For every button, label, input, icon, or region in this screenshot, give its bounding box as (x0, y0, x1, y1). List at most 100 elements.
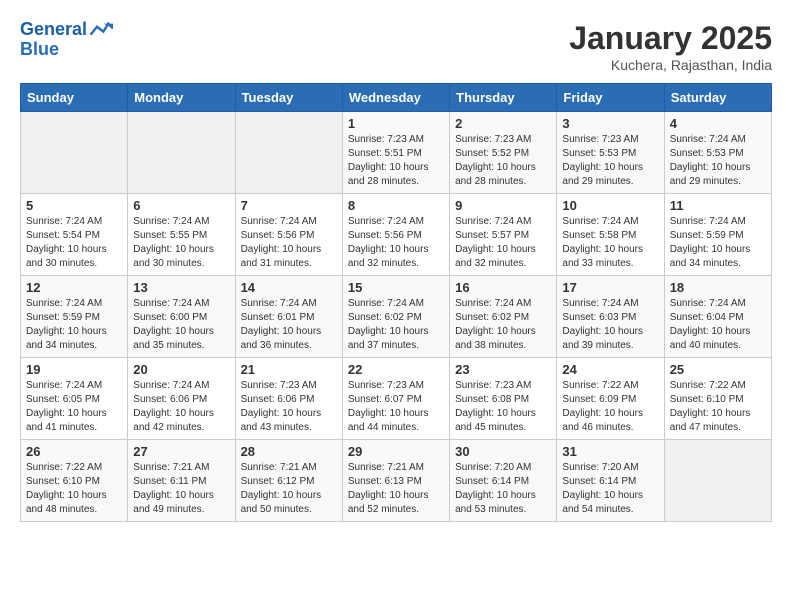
day-number: 11 (670, 198, 766, 213)
calendar-day-cell: 30 Sunrise: 7:20 AMSunset: 6:14 PMDayligh… (450, 440, 557, 522)
calendar-week-row: 19 Sunrise: 7:24 AMSunset: 6:05 PMDayligh… (21, 358, 772, 440)
day-number: 30 (455, 444, 551, 459)
day-number: 25 (670, 362, 766, 377)
calendar-day-cell: 19 Sunrise: 7:24 AMSunset: 6:05 PMDayligh… (21, 358, 128, 440)
calendar-day-cell: 4 Sunrise: 7:24 AMSunset: 5:53 PMDaylight… (664, 112, 771, 194)
day-number: 12 (26, 280, 122, 295)
logo-icon (89, 20, 113, 40)
header: General Blue January 2025 Kuchera, Rajas… (20, 20, 772, 73)
calendar-day-cell (21, 112, 128, 194)
day-info: Sunrise: 7:24 AMSunset: 6:03 PMDaylight:… (562, 297, 658, 353)
day-info: Sunrise: 7:21 AMSunset: 6:13 PMDaylight:… (348, 461, 444, 517)
day-number: 18 (670, 280, 766, 295)
day-number: 19 (26, 362, 122, 377)
day-number: 9 (455, 198, 551, 213)
title-section: January 2025 Kuchera, Rajasthan, India (569, 20, 772, 73)
day-info: Sunrise: 7:24 AMSunset: 6:06 PMDaylight:… (133, 379, 229, 435)
day-info: Sunrise: 7:24 AMSunset: 5:53 PMDaylight:… (670, 133, 766, 189)
day-number: 28 (241, 444, 337, 459)
day-info: Sunrise: 7:23 AMSunset: 6:08 PMDaylight:… (455, 379, 551, 435)
day-number: 21 (241, 362, 337, 377)
day-info: Sunrise: 7:21 AMSunset: 6:11 PMDaylight:… (133, 461, 229, 517)
calendar-day-cell (235, 112, 342, 194)
day-number: 5 (26, 198, 122, 213)
day-info: Sunrise: 7:22 AMSunset: 6:10 PMDaylight:… (670, 379, 766, 435)
day-info: Sunrise: 7:23 AMSunset: 6:06 PMDaylight:… (241, 379, 337, 435)
day-info: Sunrise: 7:24 AMSunset: 5:56 PMDaylight:… (348, 215, 444, 271)
calendar-day-cell (128, 112, 235, 194)
weekday-header: Wednesday (342, 84, 449, 112)
logo-general: General (20, 20, 87, 40)
day-number: 26 (26, 444, 122, 459)
day-info: Sunrise: 7:24 AMSunset: 5:59 PMDaylight:… (670, 215, 766, 271)
calendar-day-cell: 9Sunrise: 7:24 AMSunset: 5:57 PMDaylight… (450, 194, 557, 276)
calendar-day-cell: 24 Sunrise: 7:22 AMSunset: 6:09 PMDayligh… (557, 358, 664, 440)
day-number: 24 (562, 362, 658, 377)
day-number: 17 (562, 280, 658, 295)
day-info: Sunrise: 7:22 AMSunset: 6:09 PMDaylight:… (562, 379, 658, 435)
day-number: 7 (241, 198, 337, 213)
calendar-day-cell: 27 Sunrise: 7:21 AMSunset: 6:11 PMDayligh… (128, 440, 235, 522)
calendar-day-cell: 15 Sunrise: 7:24 AMSunset: 6:02 PMDayligh… (342, 276, 449, 358)
day-info: Sunrise: 7:23 AMSunset: 5:52 PMDaylight:… (455, 133, 551, 189)
calendar-day-cell: 22Sunrise: 7:23 AMSunset: 6:07 PMDayligh… (342, 358, 449, 440)
calendar-day-cell: 2 Sunrise: 7:23 AMSunset: 5:52 PMDaylight… (450, 112, 557, 194)
day-number: 4 (670, 116, 766, 131)
calendar-day-cell (664, 440, 771, 522)
calendar-week-row: 1Sunrise: 7:23 AMSunset: 5:51 PMDaylight… (21, 112, 772, 194)
day-info: Sunrise: 7:23 AMSunset: 5:51 PMDaylight:… (348, 133, 444, 189)
calendar-day-cell: 11 Sunrise: 7:24 AMSunset: 5:59 PMDayligh… (664, 194, 771, 276)
day-info: Sunrise: 7:23 AMSunset: 5:53 PMDaylight:… (562, 133, 658, 189)
calendar-day-cell: 25 Sunrise: 7:22 AMSunset: 6:10 PMDayligh… (664, 358, 771, 440)
day-info: Sunrise: 7:21 AMSunset: 6:12 PMDaylight:… (241, 461, 337, 517)
day-info: Sunrise: 7:23 AMSunset: 6:07 PMDaylight:… (348, 379, 444, 435)
calendar-day-cell: 26Sunrise: 7:22 AMSunset: 6:10 PMDayligh… (21, 440, 128, 522)
logo: General Blue (20, 20, 113, 60)
calendar-day-cell: 7 Sunrise: 7:24 AMSunset: 5:56 PMDaylight… (235, 194, 342, 276)
month-year: January 2025 (569, 20, 772, 57)
calendar-day-cell: 14 Sunrise: 7:24 AMSunset: 6:01 PMDayligh… (235, 276, 342, 358)
day-info: Sunrise: 7:24 AMSunset: 6:02 PMDaylight:… (348, 297, 444, 353)
calendar-day-cell: 28 Sunrise: 7:21 AMSunset: 6:12 PMDayligh… (235, 440, 342, 522)
calendar-week-row: 12 Sunrise: 7:24 AMSunset: 5:59 PMDayligh… (21, 276, 772, 358)
day-info: Sunrise: 7:24 AMSunset: 6:01 PMDaylight:… (241, 297, 337, 353)
day-number: 3 (562, 116, 658, 131)
calendar-day-cell: 21 Sunrise: 7:23 AMSunset: 6:06 PMDayligh… (235, 358, 342, 440)
day-info: Sunrise: 7:24 AMSunset: 5:56 PMDaylight:… (241, 215, 337, 271)
day-info: Sunrise: 7:24 AMSunset: 5:55 PMDaylight:… (133, 215, 229, 271)
day-number: 2 (455, 116, 551, 131)
day-number: 14 (241, 280, 337, 295)
location: Kuchera, Rajasthan, India (569, 57, 772, 73)
weekday-header: Thursday (450, 84, 557, 112)
day-number: 8 (348, 198, 444, 213)
day-info: Sunrise: 7:24 AMSunset: 6:02 PMDaylight:… (455, 297, 551, 353)
day-number: 27 (133, 444, 229, 459)
calendar-week-row: 26Sunrise: 7:22 AMSunset: 6:10 PMDayligh… (21, 440, 772, 522)
weekday-header: Friday (557, 84, 664, 112)
calendar-day-cell: 23 Sunrise: 7:23 AMSunset: 6:08 PMDayligh… (450, 358, 557, 440)
weekday-header: Monday (128, 84, 235, 112)
calendar-day-cell: 16 Sunrise: 7:24 AMSunset: 6:02 PMDayligh… (450, 276, 557, 358)
day-info: Sunrise: 7:24 AMSunset: 5:59 PMDaylight:… (26, 297, 122, 353)
day-number: 10 (562, 198, 658, 213)
day-number: 15 (348, 280, 444, 295)
calendar-day-cell: 1Sunrise: 7:23 AMSunset: 5:51 PMDaylight… (342, 112, 449, 194)
day-number: 23 (455, 362, 551, 377)
day-info: Sunrise: 7:24 AMSunset: 6:00 PMDaylight:… (133, 297, 229, 353)
day-info: Sunrise: 7:24 AMSunset: 6:04 PMDaylight:… (670, 297, 766, 353)
calendar-day-cell: 13Sunrise: 7:24 AMSunset: 6:00 PMDayligh… (128, 276, 235, 358)
calendar-day-cell: 17 Sunrise: 7:24 AMSunset: 6:03 PMDayligh… (557, 276, 664, 358)
calendar-day-cell: 31Sunrise: 7:20 AMSunset: 6:14 PMDayligh… (557, 440, 664, 522)
day-info: Sunrise: 7:24 AMSunset: 6:05 PMDaylight:… (26, 379, 122, 435)
calendar-day-cell: 20Sunrise: 7:24 AMSunset: 6:06 PMDayligh… (128, 358, 235, 440)
calendar-week-row: 5 Sunrise: 7:24 AMSunset: 5:54 PMDaylight… (21, 194, 772, 276)
day-number: 6 (133, 198, 229, 213)
calendar-day-cell: 18 Sunrise: 7:24 AMSunset: 6:04 PMDayligh… (664, 276, 771, 358)
day-info: Sunrise: 7:24 AMSunset: 5:54 PMDaylight:… (26, 215, 122, 271)
day-info: Sunrise: 7:24 AMSunset: 5:58 PMDaylight:… (562, 215, 658, 271)
day-info: Sunrise: 7:20 AMSunset: 6:14 PMDaylight:… (562, 461, 658, 517)
day-info: Sunrise: 7:20 AMSunset: 6:14 PMDaylight:… (455, 461, 551, 517)
calendar-day-cell: 3 Sunrise: 7:23 AMSunset: 5:53 PMDaylight… (557, 112, 664, 194)
calendar-day-cell: 12 Sunrise: 7:24 AMSunset: 5:59 PMDayligh… (21, 276, 128, 358)
day-number: 16 (455, 280, 551, 295)
